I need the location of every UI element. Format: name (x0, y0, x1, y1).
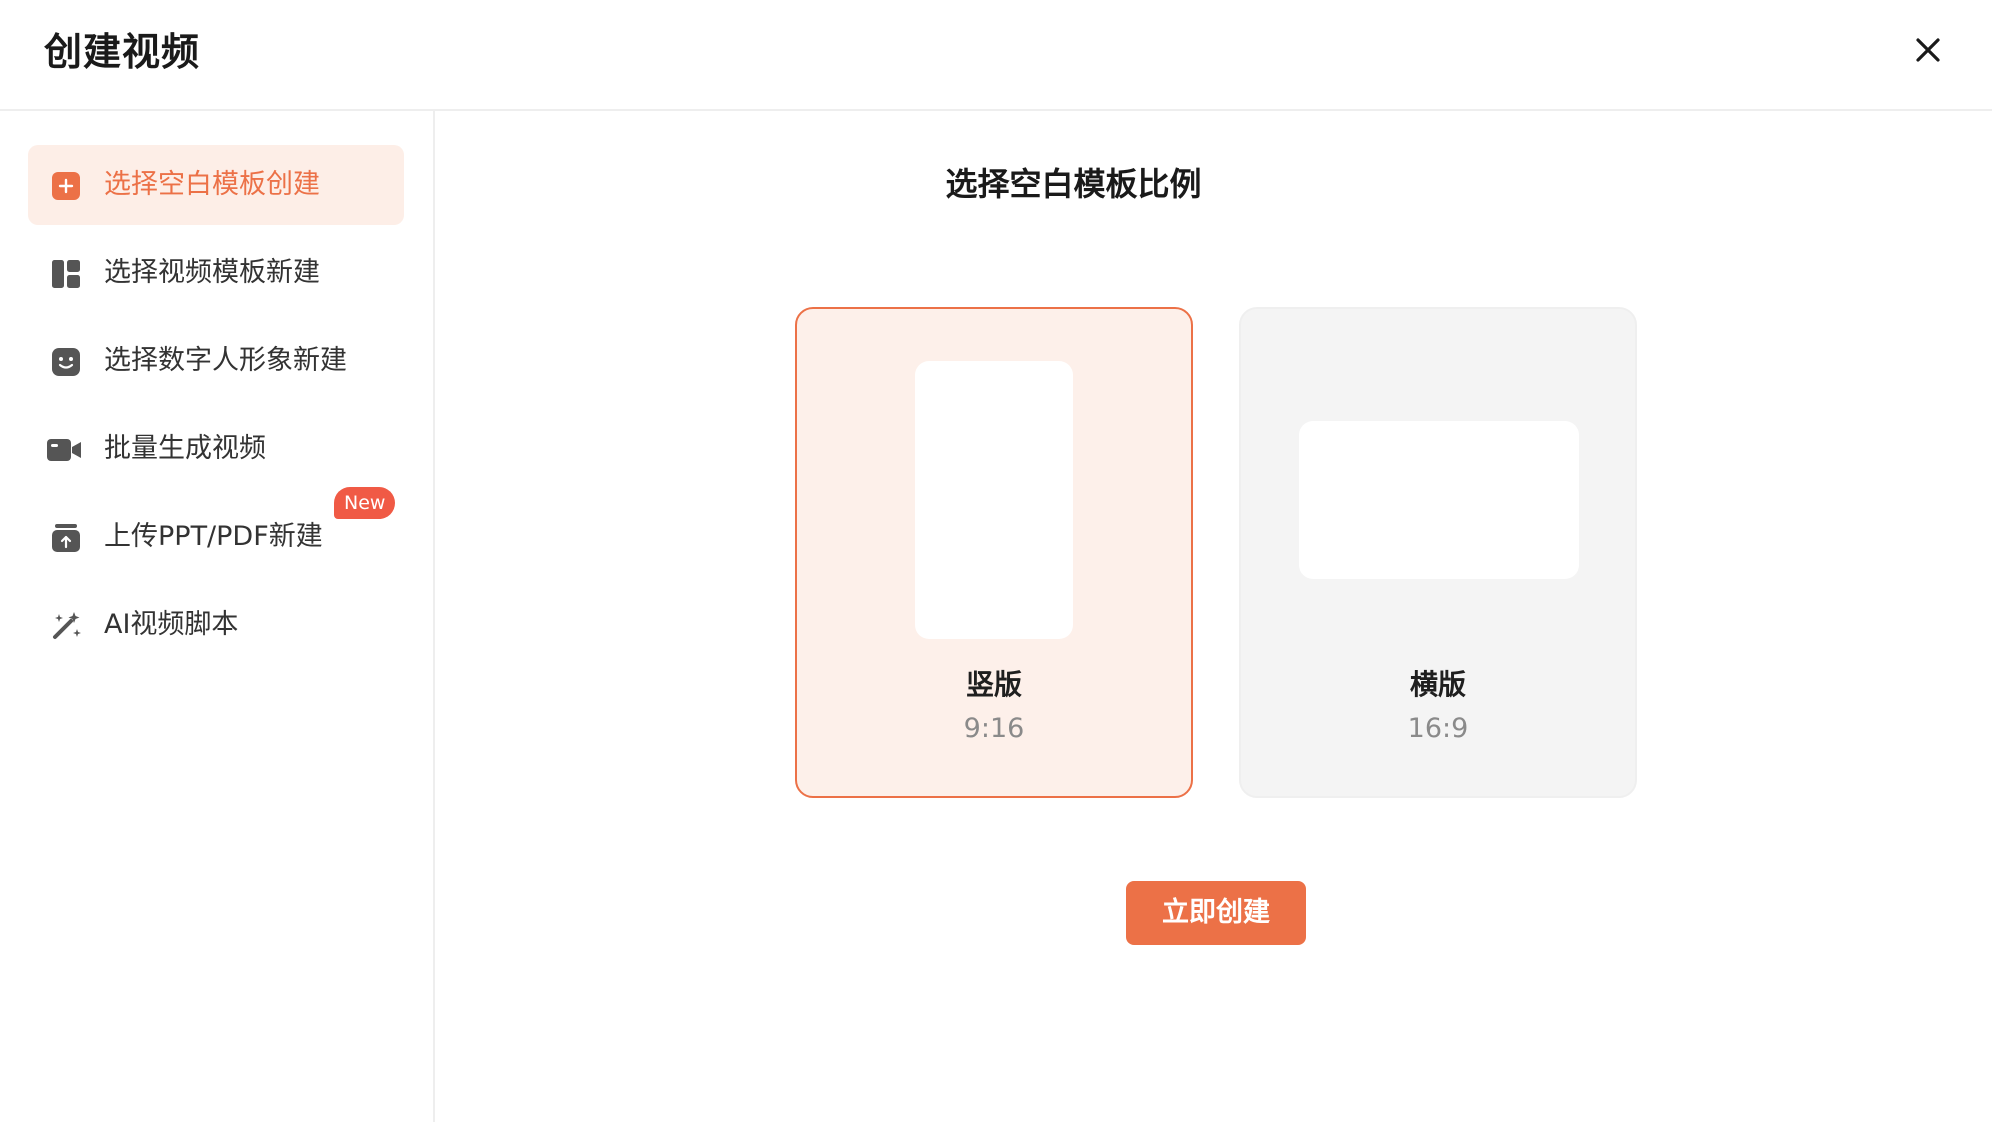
ratio-name: 竖版 (965, 668, 1022, 701)
sidebar-item-label: 选择视频模板新建 (104, 257, 320, 288)
ratio-value: 16:9 (1407, 713, 1469, 744)
new-badge: New (334, 487, 396, 519)
smile-face-icon (50, 346, 82, 378)
ratio-option-portrait[interactable]: 竖版 9:16 (795, 307, 1193, 798)
create-video-dialog: 创建视频 选择空白模板创建 选择视频模板新建 选择数字人形象新建 批量生成视频 … (0, 0, 1992, 1122)
sidebar-item-label: AI视频脚本 (104, 609, 239, 640)
sidebar-item-ai-script[interactable]: AI视频脚本 (28, 585, 404, 665)
portrait-preview (915, 361, 1073, 639)
section-title: 选择空白模板比例 (945, 165, 1202, 203)
sidebar-item-video-template[interactable]: 选择视频模板新建 (28, 233, 404, 313)
ratio-name: 横版 (1409, 668, 1466, 701)
sidebar-item-label: 选择数字人形象新建 (104, 345, 347, 376)
dialog-header: 创建视频 (0, 0, 1992, 111)
create-now-button[interactable]: 立即创建 (1126, 881, 1306, 945)
ratio-option-landscape[interactable]: 横版 16:9 (1239, 307, 1637, 798)
template-layout-icon (50, 258, 82, 290)
video-camera-icon (46, 434, 82, 466)
sidebar-item-label: 批量生成视频 (104, 433, 266, 464)
sidebar-item-label: 选择空白模板创建 (104, 169, 320, 200)
sidebar-item-upload-ppt-pdf[interactable]: 上传PPT/PDF新建 New (28, 487, 404, 577)
close-icon (1916, 38, 1940, 62)
sidebar-item-batch-generate[interactable]: 批量生成视频 (28, 409, 404, 489)
landscape-preview (1299, 421, 1579, 579)
sidebar-item-blank-template[interactable]: 选择空白模板创建 (28, 145, 404, 225)
add-square-icon (50, 170, 82, 202)
close-button[interactable] (1906, 28, 1950, 72)
upload-box-icon (50, 522, 82, 554)
sidebar-item-digital-human[interactable]: 选择数字人形象新建 (28, 321, 404, 401)
ratio-value: 9:16 (963, 713, 1025, 744)
dialog-title: 创建视频 (44, 30, 201, 74)
sidebar: 选择空白模板创建 选择视频模板新建 选择数字人形象新建 批量生成视频 上传PPT… (0, 111, 435, 1122)
magic-wand-icon (50, 610, 82, 642)
sidebar-item-label: 上传PPT/PDF新建 (104, 521, 323, 552)
